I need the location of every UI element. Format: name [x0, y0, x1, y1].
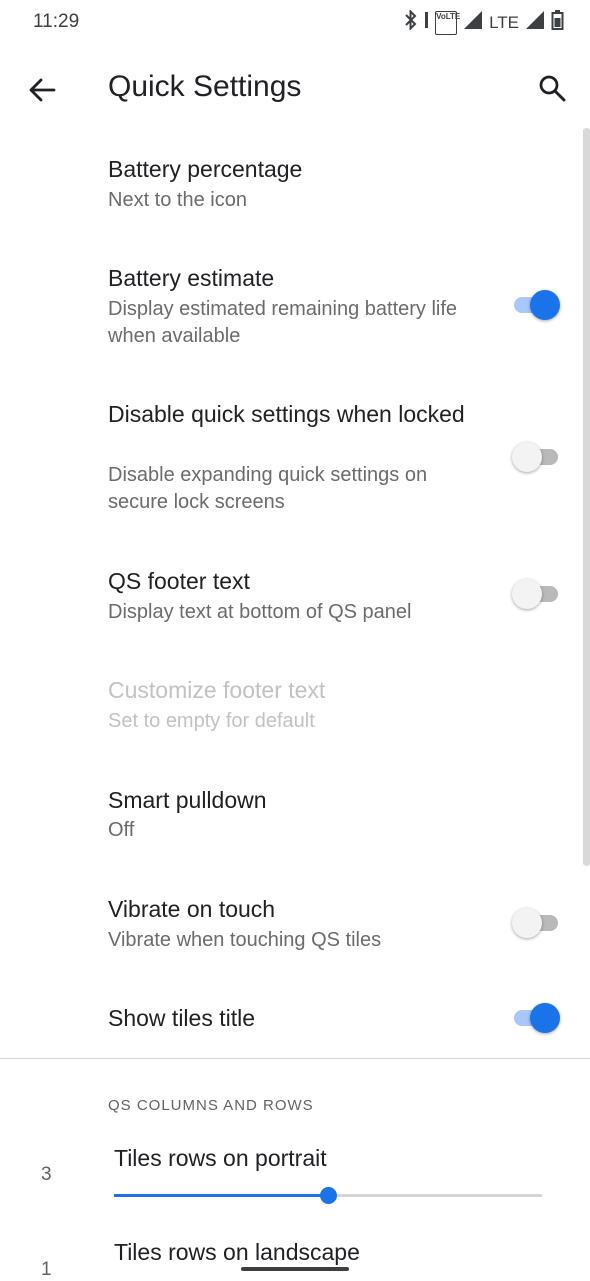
setting-customize-footer-text: Customize footer text Set to empty for d…	[0, 662, 590, 757]
show-tiles-title-toggle[interactable]	[512, 1002, 560, 1034]
signal-icon-2	[525, 10, 545, 35]
toggle-thumb	[512, 442, 542, 472]
setting-subtitle: Off	[108, 819, 135, 841]
setting-battery-percentage[interactable]: Battery percentage Next to the icon	[0, 140, 590, 235]
signal-icon	[463, 10, 483, 35]
setting-title: Customize footer text	[108, 677, 326, 703]
status-icons: VoLTE LTE	[404, 9, 564, 35]
setting-qs-footer-text[interactable]: QS footer text Display text at bottom of…	[0, 552, 590, 647]
setting-disable-qs-locked[interactable]: Disable quick settings when locked Disab…	[0, 386, 590, 526]
volte-icon: VoLTE	[435, 10, 461, 35]
setting-subtitle: Set to empty for default	[108, 710, 315, 732]
app-bar: Quick Settings	[0, 56, 590, 120]
setting-title: QS footer text	[108, 568, 250, 594]
disable-qs-locked-toggle[interactable]	[512, 441, 560, 473]
setting-subtitle: Display estimated remaining battery life…	[108, 298, 458, 347]
status-bar: 11:29 VoLTE LTE	[0, 0, 590, 44]
back-button[interactable]	[24, 72, 60, 108]
slider-fill	[114, 1194, 328, 1197]
slider-title: Tiles rows on landscape	[114, 1239, 360, 1265]
setting-subtitle: Vibrate when touching QS tiles	[108, 929, 382, 951]
page-title: Quick Settings	[108, 70, 302, 103]
setting-vibrate-on-touch[interactable]: Vibrate on touch Vibrate when touching Q…	[0, 880, 590, 975]
arrow-left-icon	[29, 78, 56, 102]
setting-subtitle: Display text at bottom of QS panel	[108, 601, 412, 623]
bluetooth-bar-icon	[424, 11, 429, 34]
toggle-thumb	[512, 579, 542, 609]
slider-value: 1	[41, 1259, 52, 1280]
slider-value: 3	[41, 1164, 52, 1185]
slider-title: Tiles rows on portrait	[114, 1145, 327, 1171]
setting-title: Show tiles title	[108, 1005, 256, 1031]
toggle-thumb	[530, 290, 560, 320]
setting-title: Battery estimate	[108, 265, 275, 291]
status-time: 11:29	[33, 11, 80, 32]
battery-icon	[551, 10, 564, 35]
toggle-thumb	[530, 1003, 560, 1033]
section-divider	[0, 1058, 590, 1059]
bluetooth-icon	[404, 9, 418, 35]
network-type: LTE	[489, 12, 519, 32]
setting-subtitle: Disable expanding quick settings on secu…	[108, 464, 428, 513]
setting-battery-estimate[interactable]: Battery estimate Display estimated remai…	[0, 250, 590, 360]
toggle-thumb	[512, 908, 542, 938]
slider-tiles-rows-landscape: 1 Tiles rows on landscape	[0, 1235, 590, 1280]
volte-label: VoLTE	[436, 11, 461, 21]
setting-title: Disable quick settings when locked	[108, 401, 465, 427]
vibrate-on-touch-toggle[interactable]	[512, 907, 560, 939]
search-icon	[539, 75, 566, 102]
slider-tiles-rows-portrait: 3 Tiles rows on portrait	[0, 1140, 590, 1220]
setting-title: Smart pulldown	[108, 787, 267, 813]
setting-show-tiles-title[interactable]: Show tiles title	[0, 990, 590, 1050]
setting-title: Battery percentage	[108, 156, 303, 182]
battery-estimate-toggle[interactable]	[512, 289, 560, 321]
search-button[interactable]	[534, 70, 570, 106]
setting-subtitle: Next to the icon	[108, 189, 247, 211]
navigation-handle[interactable]	[241, 1267, 349, 1271]
slider-thumb[interactable]	[320, 1187, 337, 1204]
setting-smart-pulldown[interactable]: Smart pulldown Off	[0, 771, 590, 866]
qs-footer-text-toggle[interactable]	[512, 578, 560, 610]
section-header: QS COLUMNS AND ROWS	[108, 1097, 314, 1114]
slider-track[interactable]	[114, 1187, 542, 1204]
setting-title: Vibrate on touch	[108, 896, 276, 922]
